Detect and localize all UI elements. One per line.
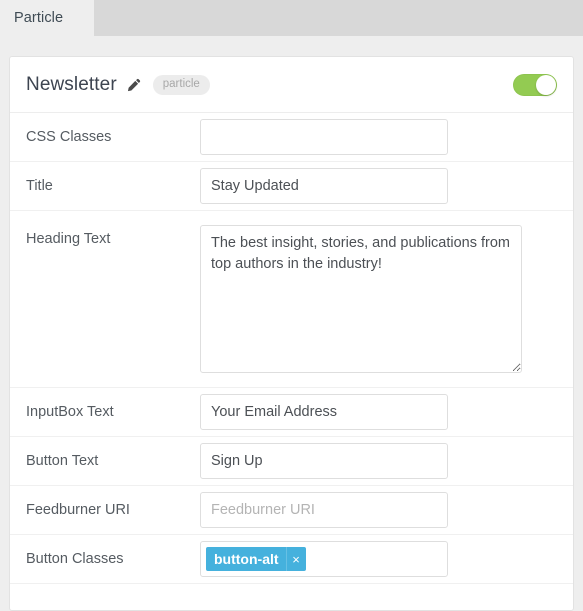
label-button-text: Button Text <box>26 453 99 469</box>
particle-settings-card: Newsletter particle CSS Classes Title He… <box>9 56 574 611</box>
feedburner-uri-input[interactable] <box>200 492 448 528</box>
row-css-classes: CSS Classes <box>10 113 573 162</box>
toggle-knob <box>536 75 556 95</box>
status-badge: particle <box>152 75 210 95</box>
row-heading-text: Heading Text <box>10 211 573 388</box>
page-title: Newsletter <box>26 74 117 95</box>
css-classes-input[interactable] <box>200 119 448 155</box>
enable-toggle[interactable] <box>513 74 557 96</box>
label-heading-text: Heading Text <box>26 231 111 247</box>
card-footer <box>10 584 573 610</box>
row-button-classes: Button Classes button-alt × <box>10 535 573 584</box>
label-css-classes: CSS Classes <box>26 129 112 145</box>
tab-particle-label: Particle <box>14 10 64 26</box>
row-inputbox-text: InputBox Text <box>10 388 573 437</box>
pencil-icon[interactable] <box>126 78 141 93</box>
tag-label: button-alt <box>214 551 279 567</box>
row-title: Title <box>10 162 573 211</box>
button-classes-tag-input[interactable]: button-alt × <box>200 541 448 577</box>
row-button-text: Button Text <box>10 437 573 486</box>
tag-remove-icon[interactable]: × <box>285 547 306 571</box>
tag-chip: button-alt × <box>206 547 306 571</box>
inputbox-text-input[interactable] <box>200 394 448 430</box>
label-inputbox-text: InputBox Text <box>26 404 114 420</box>
label-button-classes: Button Classes <box>26 551 124 567</box>
tab-particle[interactable]: Particle <box>0 0 94 36</box>
title-input[interactable] <box>200 168 448 204</box>
label-feedburner-uri: Feedburner URI <box>26 502 130 518</box>
label-title: Title <box>26 178 53 194</box>
card-header: Newsletter particle <box>10 57 573 113</box>
tab-bar: Particle <box>0 0 583 36</box>
row-feedburner-uri: Feedburner URI <box>10 486 573 535</box>
button-text-input[interactable] <box>200 443 448 479</box>
tab-bar-filler <box>94 0 583 36</box>
heading-text-textarea[interactable] <box>200 225 522 373</box>
